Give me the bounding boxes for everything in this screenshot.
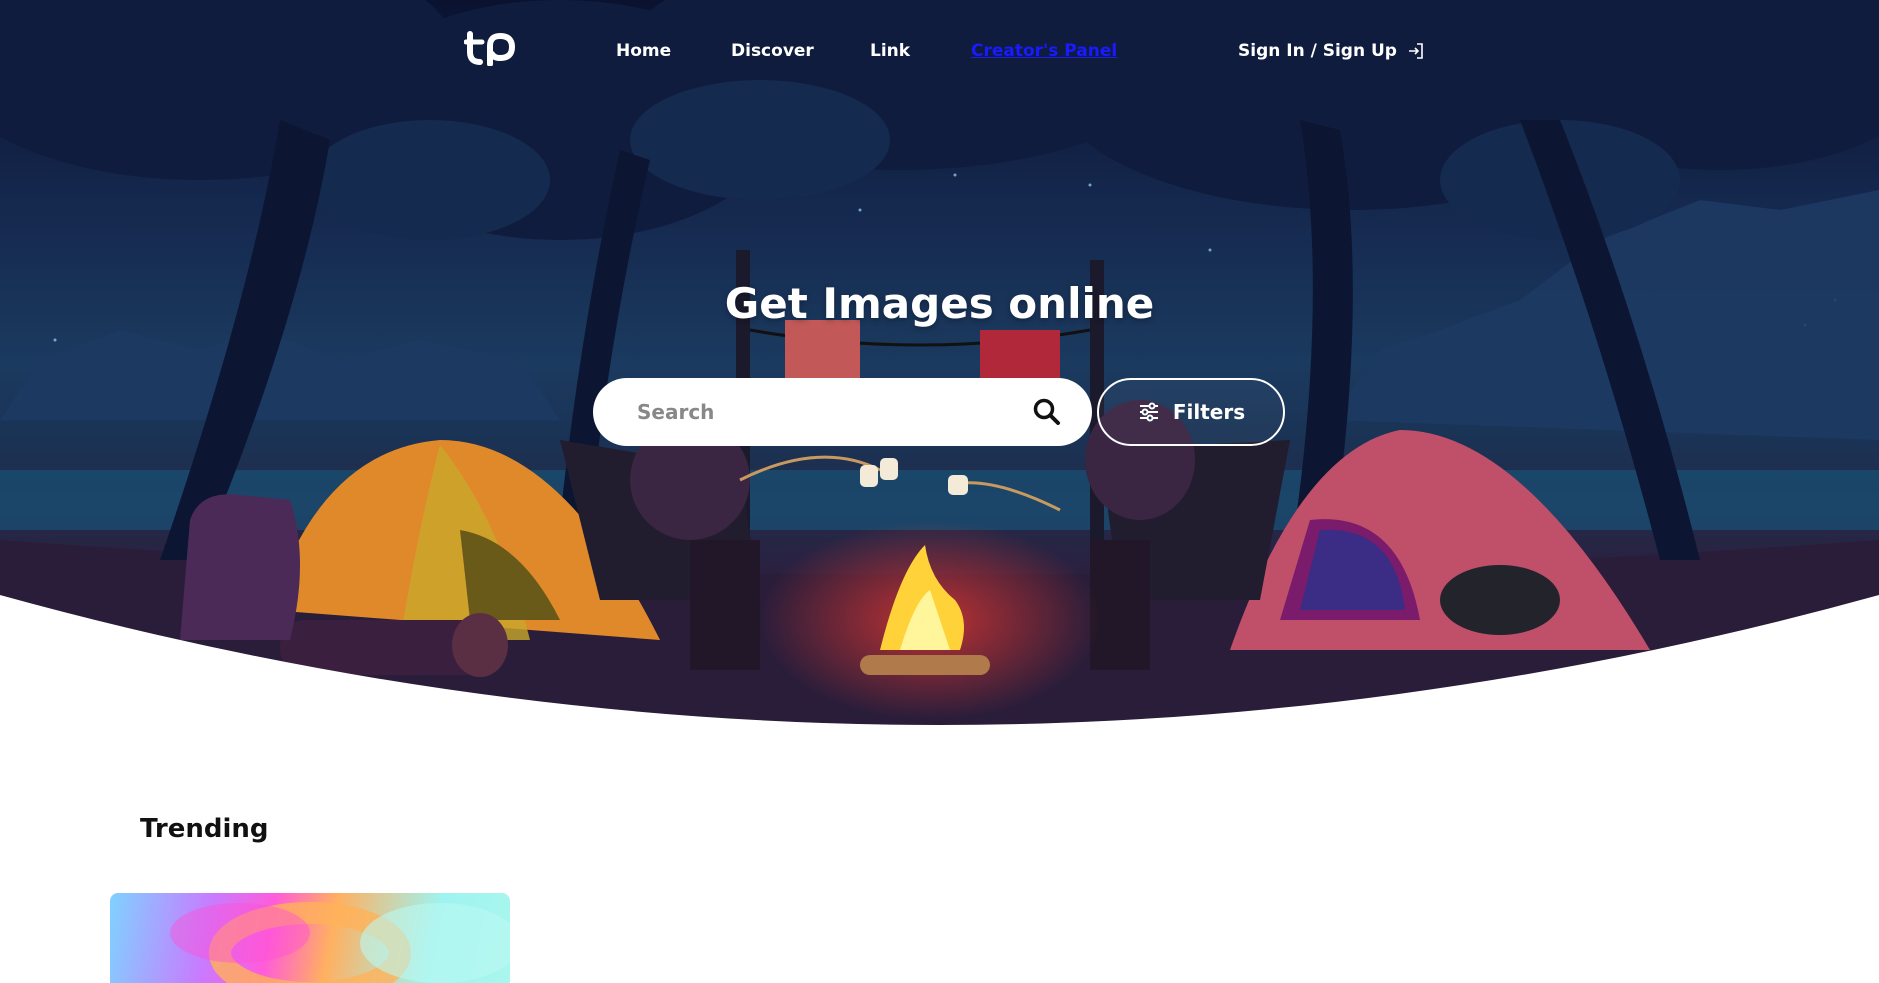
hero-curve <box>0 595 1879 730</box>
hero-title: Get Images online <box>724 279 1155 328</box>
nav-discover[interactable]: Discover <box>731 40 814 62</box>
search-bar <box>593 378 1092 446</box>
filters-label: Filters <box>1172 400 1246 424</box>
sign-in-label: Sign In / Sign Up <box>1238 41 1397 61</box>
nav-link[interactable]: Link <box>870 40 910 62</box>
nav-creators-panel[interactable]: Creator's Panel <box>971 40 1117 62</box>
nav-home[interactable]: Home <box>616 40 671 62</box>
trending-heading: Trending <box>140 814 269 844</box>
sliders-icon <box>1139 402 1158 422</box>
sign-in-icon <box>1408 43 1423 59</box>
hero-banner: Home Discover Link Creator's Panel Sign … <box>0 0 1879 730</box>
search-input[interactable] <box>635 399 1032 425</box>
sign-in-button[interactable]: Sign In / Sign Up <box>1238 40 1425 62</box>
search-icon[interactable] <box>1032 397 1062 427</box>
filters-button[interactable]: Filters <box>1097 378 1285 446</box>
tp-logo[interactable] <box>464 30 516 66</box>
